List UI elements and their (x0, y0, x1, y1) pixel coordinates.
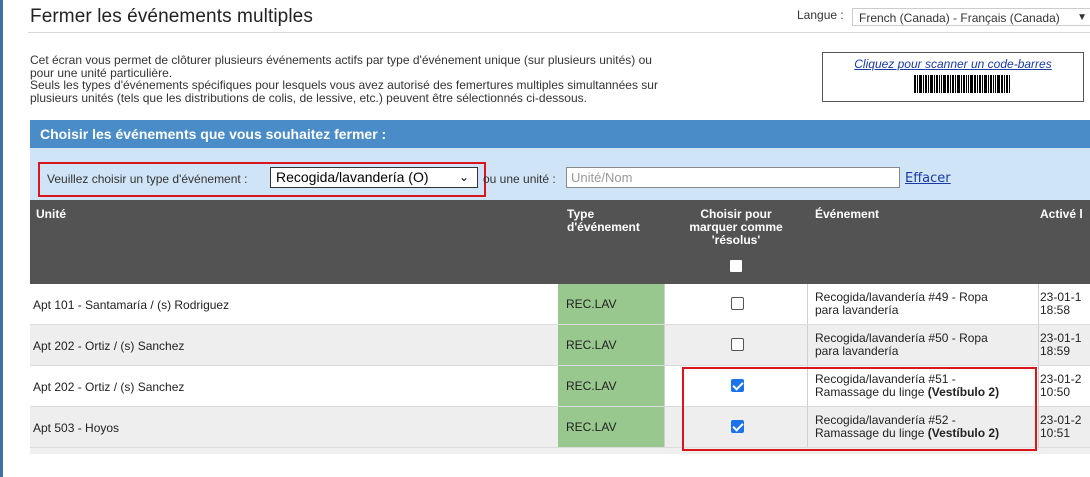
column-divider (664, 325, 665, 365)
table-header: Unité Type d'événement Choisir pour marq… (30, 200, 1090, 284)
intro-text: Cet écran vous permet de clôturer plusie… (30, 54, 790, 104)
header-type[interactable]: Type d'événement (567, 208, 640, 234)
event-text-part: para lavandería (815, 343, 899, 358)
unit-cell: Apt 202 - Ortiz / (s) Sanchez (33, 339, 185, 353)
type-cell: REC.LAV (558, 366, 664, 406)
clear-link[interactable]: Effacer (905, 171, 951, 186)
column-divider (807, 284, 808, 324)
event-text-part: para lavandería (815, 302, 899, 317)
resolve-checkbox[interactable] (731, 297, 744, 310)
column-divider (664, 407, 665, 447)
intro-line: Seuls les types d'événements spécifiques… (30, 78, 658, 92)
date-text: 23-01-2 (1040, 413, 1082, 427)
header-select-line: 'résolus' (711, 233, 761, 247)
barcode-icon[interactable] (914, 75, 1010, 93)
header-active[interactable]: Activé l (1040, 208, 1083, 221)
event-text: para lavandería (815, 302, 1040, 317)
event-type-select[interactable]: Recogida/lavandería (O) ⌄ (270, 167, 478, 188)
language-select-value: French (Canada) - Français (Canada) (859, 11, 1060, 25)
event-text: para lavandería (815, 343, 1040, 358)
barcode-scan-box[interactable]: Cliquez pour scanner un code-barres (822, 52, 1084, 102)
time-text: 18:58 (1040, 302, 1071, 317)
column-divider (664, 366, 665, 406)
resolve-checkbox[interactable] (731, 338, 744, 351)
title-divider (28, 32, 1090, 33)
event-cell: Recogida/lavandería #50 - Ropa para lava… (815, 332, 1040, 357)
active-date-cell: 23-01-1 18:58 (1040, 291, 1081, 316)
column-divider (664, 284, 665, 324)
highlight-selected-rows (682, 367, 1037, 451)
unit-cell: Apt 503 - Hoyos (33, 421, 120, 435)
scan-barcode-link[interactable]: Cliquez pour scanner un code-barres (823, 57, 1083, 71)
chevron-down-icon: ▼ (1077, 12, 1087, 23)
event-type-label: Veuillez choisir un type d'événement : (47, 172, 248, 186)
date-text: 23-01-1 (1040, 290, 1082, 304)
type-cell: REC.LAV (558, 284, 664, 324)
column-divider (807, 325, 808, 365)
select-all-checkbox[interactable] (730, 260, 742, 272)
active-date-cell: 23-01-2 10:50 (1040, 373, 1081, 398)
language-select[interactable]: French (Canada) - Français (Canada) ▼ (852, 8, 1090, 26)
table-row: Apt 101 - Santamaría / (s) Rodriguez REC… (30, 284, 1090, 325)
active-date-cell: 23-01-2 10:51 (1040, 414, 1081, 439)
time-text: 18:59 (1040, 343, 1071, 358)
section-header: Choisir les événements que vous souhaite… (30, 120, 1090, 148)
date-text: 23-01-2 (1040, 372, 1082, 386)
left-accent-bar (0, 0, 3, 477)
event-type-value: Recogida/lavandería (O) (276, 169, 429, 185)
language-label: Langue : (797, 8, 844, 22)
header-select: Choisir pour marquer comme 'résolus' (666, 208, 806, 247)
unit-cell: Apt 202 - Ortiz / (s) Sanchez (33, 380, 185, 394)
header-type-line: d'événement (567, 220, 640, 234)
chevron-down-icon: ⌄ (458, 170, 469, 184)
active-date-cell: 23-01-1 18:59 (1040, 332, 1081, 357)
intro-line: Cet écran vous permet de clôturer plusie… (30, 53, 652, 67)
header-unit[interactable]: Unité (36, 208, 66, 221)
time-text: 10:50 (1040, 384, 1071, 399)
date-text: 23-01-1 (1040, 331, 1082, 345)
event-cell: Recogida/lavandería #49 - Ropa para lava… (815, 291, 1040, 316)
unit-search-input[interactable]: Unité/Nom (566, 167, 900, 188)
unit-cell: Apt 101 - Santamaría / (s) Rodriguez (33, 298, 230, 312)
unit-label: ou une unité : (483, 172, 556, 186)
header-event[interactable]: Événement (815, 208, 879, 221)
page-title: Fermer les événements multiples (30, 6, 313, 27)
intro-line: plusieurs unités (tels que les distribut… (30, 90, 587, 105)
table-row: Apt 202 - Ortiz / (s) Sanchez REC.LAV Re… (30, 325, 1090, 366)
type-cell: REC.LAV (558, 407, 664, 447)
time-text: 10:51 (1040, 425, 1071, 440)
type-cell: REC.LAV (558, 325, 664, 365)
